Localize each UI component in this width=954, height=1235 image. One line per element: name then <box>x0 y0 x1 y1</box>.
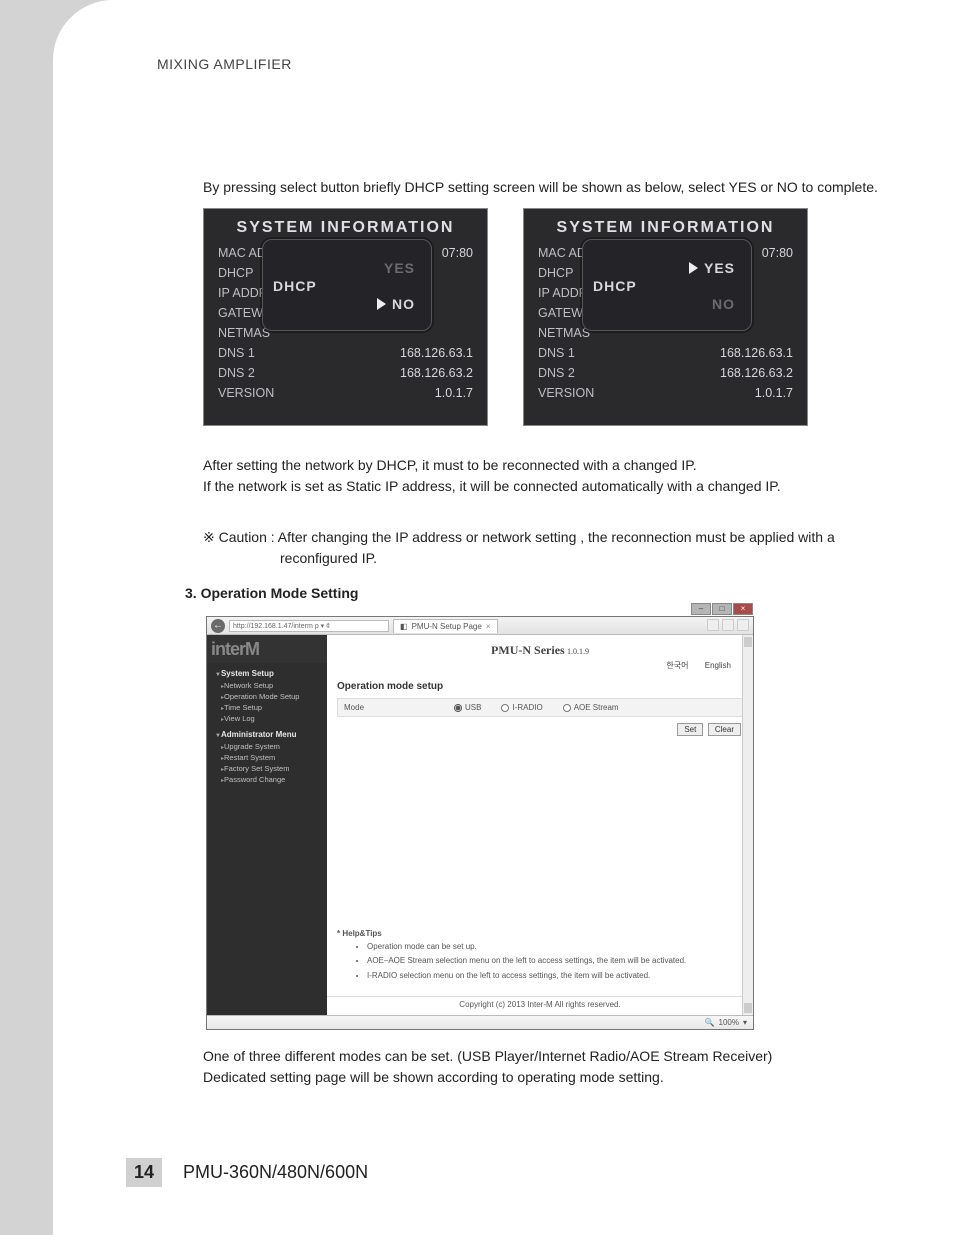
tab-favicon: ◧ <box>400 622 408 631</box>
tools-icon[interactable] <box>737 619 749 631</box>
lcd-key-netmask: NETMAS <box>218 323 270 343</box>
copyright: Copyright (c) 2013 Inter-M All rights re… <box>327 996 753 1009</box>
radio-usb[interactable] <box>454 704 462 712</box>
caution-text-2: reconfigured IP. <box>280 548 377 569</box>
lcd-screenshot-no: SYSTEM INFORMATION MAC ADD07:80 DHCP IP … <box>203 208 488 426</box>
minimize-icon[interactable]: – <box>691 603 711 615</box>
play-icon <box>689 262 698 274</box>
sidebar-item-time-setup[interactable]: Time Setup <box>207 702 327 713</box>
sidebar-item-operation-mode-setup[interactable]: Operation Mode Setup <box>207 691 327 702</box>
sidebar-group-system-setup[interactable]: System Setup <box>207 663 327 680</box>
favorites-icon[interactable] <box>722 619 734 631</box>
outro-text: One of three different modes can be set.… <box>203 1046 923 1088</box>
zoom-icon[interactable]: 🔍 <box>705 1018 715 1027</box>
dhcp-popup-no: DHCP YES NO <box>262 239 432 331</box>
lcd-screenshot-yes: SYSTEM INFORMATION MAC ADD07:80 DHCP IP … <box>523 208 808 426</box>
lang-english[interactable]: English <box>705 661 731 670</box>
sidebar-item-network-setup[interactable]: Network Setup <box>207 680 327 691</box>
sidebar-group-admin-menu[interactable]: Administrator Menu <box>207 724 327 741</box>
lcd-val-mac: 07:80 <box>442 243 473 263</box>
lcd-key-version: VERSION <box>218 383 274 403</box>
tip-1: Operation mode can be set up. <box>367 942 743 952</box>
mode-usb[interactable]: USB <box>454 703 481 712</box>
lcd-key-dhcp: DHCP <box>218 263 253 283</box>
after-text: After setting the network by DHCP, it mu… <box>203 455 923 497</box>
lcd-val-dns2: 168.126.63.2 <box>400 363 473 383</box>
section-heading: 3. Operation Mode Setting <box>185 585 358 601</box>
radio-iradio[interactable] <box>501 704 509 712</box>
mode-iradio[interactable]: I-RADIO <box>501 703 542 712</box>
popup-title: DHCP <box>273 276 317 296</box>
lang-korean[interactable]: 한국어 <box>666 661 688 670</box>
mode-row: Mode USB I-RADIO AOE Stream <box>337 698 743 717</box>
scroll-down-icon[interactable] <box>744 1003 752 1013</box>
lcd-title: SYSTEM INFORMATION <box>524 209 807 243</box>
lcd-panel: SYSTEM INFORMATION MAC ADD07:80 DHCP IP … <box>523 208 808 426</box>
url-input[interactable]: http://192.168.1.47/interm ρ ▾ ¢ <box>229 620 389 632</box>
sidebar-item-password-change[interactable]: Password Change <box>207 774 327 785</box>
page-content: interM System Setup Network Setup Operat… <box>207 635 753 1015</box>
address-bar: ← http://192.168.1.47/interm ρ ▾ ¢ ◧ PMU… <box>207 617 753 635</box>
lcd-key-dns1: DNS 1 <box>218 343 255 363</box>
sidebar: interM System Setup Network Setup Operat… <box>207 635 327 1015</box>
lcd-key-dns2: DNS 2 <box>218 363 255 383</box>
footer-model: PMU-360N/480N/600N <box>183 1158 368 1187</box>
lcd-panel: SYSTEM INFORMATION MAC ADD07:80 DHCP IP … <box>203 208 488 426</box>
language-switch: 한국어 English <box>327 660 753 677</box>
dhcp-popup-yes: DHCP YES NO <box>582 239 752 331</box>
intro-text: By pressing select button briefly DHCP s… <box>203 177 923 198</box>
tab-close-icon[interactable]: × <box>486 622 491 631</box>
mode-aoe[interactable]: AOE Stream <box>563 703 619 712</box>
popup-option-yes[interactable]: YES <box>384 258 415 278</box>
scroll-up-icon[interactable] <box>744 637 752 647</box>
zoom-level: 100% <box>719 1018 739 1027</box>
tip-2: AOE–AOE Stream selection menu on the lef… <box>367 956 743 966</box>
tips-header: * Help&Tips <box>337 929 743 938</box>
home-icon[interactable] <box>707 619 719 631</box>
popup-option-yes-selected[interactable]: YES <box>689 258 735 278</box>
status-bar: 🔍 100% ▾ <box>207 1015 753 1029</box>
set-button[interactable]: Set <box>677 723 703 736</box>
popup-title: DHCP <box>593 276 637 296</box>
firmware-version: 1.0.1.9 <box>567 647 589 656</box>
sidebar-item-restart-system[interactable]: Restart System <box>207 752 327 763</box>
popup-option-no[interactable]: NO <box>712 294 735 314</box>
lcd-val-dns1: 168.126.63.1 <box>400 343 473 363</box>
page-header: MIXING AMPLIFIER <box>157 56 292 72</box>
main-panel: PMU-N Series 1.0.1.9 한국어 English Operati… <box>327 635 753 1015</box>
sidebar-item-view-log[interactable]: View Log <box>207 713 327 724</box>
manual-page: MIXING AMPLIFIER By pressing select butt… <box>53 0 954 1235</box>
back-button[interactable]: ← <box>211 619 225 633</box>
series-title: PMU-N Series 1.0.1.9 <box>327 635 753 660</box>
mode-label: Mode <box>344 703 454 712</box>
sidebar-item-upgrade-system[interactable]: Upgrade System <box>207 741 327 752</box>
sidebar-item-factory-set[interactable]: Factory Set System <box>207 763 327 774</box>
browser-screenshot: – □ × ← http://192.168.1.47/interm ρ ▾ ¢… <box>206 616 754 1030</box>
clear-button[interactable]: Clear <box>708 723 741 736</box>
browser-tab[interactable]: ◧ PMU-N Setup Page × <box>393 619 498 633</box>
lcd-title: SYSTEM INFORMATION <box>204 209 487 243</box>
brand-logo: interM <box>207 635 327 663</box>
play-icon <box>377 298 386 310</box>
tab-title: PMU-N Setup Page <box>412 622 482 631</box>
popup-option-no-selected[interactable]: NO <box>377 294 415 314</box>
caution-text: ※ Caution : After changing the IP addres… <box>203 527 923 548</box>
close-icon[interactable]: × <box>733 603 753 615</box>
radio-aoe[interactable] <box>563 704 571 712</box>
content-title: Operation mode setup <box>327 677 753 698</box>
zoom-dropdown-icon[interactable]: ▾ <box>743 1018 747 1027</box>
button-row: Set Clear <box>327 717 753 742</box>
lcd-val-version: 1.0.1.7 <box>435 383 473 403</box>
page-number: 14 <box>126 1158 162 1187</box>
help-tips: * Help&Tips Operation mode can be set up… <box>337 929 743 985</box>
maximize-icon[interactable]: □ <box>712 603 732 615</box>
window-controls: – □ × <box>691 603 753 615</box>
scrollbar[interactable] <box>742 635 753 1015</box>
tip-3: I-RADIO selection menu on the left to ac… <box>367 971 743 981</box>
